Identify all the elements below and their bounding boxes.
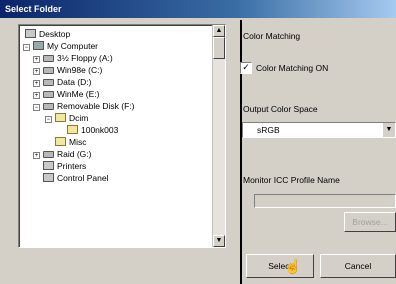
tree-item-label: Removable Disk (F:)	[57, 101, 135, 111]
hard-drive-icon	[43, 67, 54, 74]
color-matching-label: Color Matching	[243, 31, 301, 41]
tree-item-label: Raid (G:)	[57, 149, 92, 159]
scroll-up-icon[interactable]: ▲	[213, 25, 225, 37]
control-panel-icon	[43, 173, 54, 182]
tree-item-label: Printers	[57, 161, 87, 171]
tree-item-floppy[interactable]: +3½ Floppy (A:)	[33, 52, 113, 64]
output-color-space-label: Output Color Space	[243, 104, 318, 114]
window-title: Select Folder	[0, 0, 396, 18]
folder-icon	[55, 137, 66, 146]
monitor-profile-field	[254, 194, 396, 208]
floppy-drive-icon	[43, 55, 54, 62]
printer-icon	[43, 161, 54, 170]
chevron-down-icon[interactable]: ▼	[382, 123, 395, 137]
hard-drive-icon	[43, 91, 54, 98]
tree-item-label: Control Panel	[57, 173, 109, 183]
expand-toggle-icon[interactable]: +	[33, 152, 40, 159]
browse-button: Browse...	[344, 212, 396, 232]
pointer-hand-icon: ☝	[284, 258, 302, 274]
collapse-toggle-icon[interactable]: −	[33, 104, 40, 111]
expand-toggle-icon[interactable]: +	[33, 80, 40, 87]
tree-item-label: Desktop	[39, 29, 71, 39]
tree-item-label: Misc	[69, 137, 87, 147]
select-button[interactable]: Select	[246, 254, 314, 278]
collapse-toggle-icon[interactable]: −	[23, 44, 30, 51]
color-matching-checkbox[interactable]: ✓	[240, 62, 252, 74]
tree-item-desktop[interactable]: Desktop	[25, 28, 70, 40]
tree-scrollbar[interactable]: ▲ ▼	[212, 25, 225, 247]
tree-item-label: WinMe (E:)	[57, 89, 100, 99]
tree-item-label: 3½ Floppy (A:)	[57, 53, 113, 63]
tree-item-misc[interactable]: Misc	[55, 136, 86, 148]
expand-toggle-icon[interactable]: +	[33, 56, 40, 63]
tree-item-removable-disk[interactable]: − Removable Disk (F:)	[33, 100, 134, 112]
tree-item-dcim[interactable]: − Dcim	[45, 112, 88, 124]
select-folder-dialog: Select Folder Desktop − My Computer +3½ F…	[0, 0, 396, 284]
expand-toggle-icon[interactable]: +	[33, 92, 40, 99]
tree-item-label: Data (D:)	[57, 77, 92, 87]
folder-icon	[67, 125, 78, 134]
color-matching-checkbox-label[interactable]: Color Matching ON	[256, 63, 328, 73]
hard-drive-icon	[43, 151, 54, 158]
tree-item-my-computer[interactable]: − My Computer	[23, 40, 98, 52]
expand-toggle-icon[interactable]: +	[33, 68, 40, 75]
tree-item-drive-d[interactable]: + Data (D:)	[33, 76, 91, 88]
tree-item-label: Win98e (C:)	[57, 65, 103, 75]
tree-item-drive-e[interactable]: + WinMe (E:)	[33, 88, 100, 100]
scroll-down-icon[interactable]: ▼	[213, 235, 225, 247]
tree-item-control-panel[interactable]: Control Panel	[43, 172, 109, 184]
removable-disk-icon	[43, 103, 54, 110]
hard-drive-icon	[43, 79, 54, 86]
output-color-space-value: sRGB	[257, 125, 280, 135]
output-color-space-select[interactable]: sRGB ▼	[242, 122, 396, 138]
tree-item-100nk003[interactable]: 100nk003	[67, 124, 118, 136]
folder-icon	[55, 113, 66, 122]
tree-item-drive-c[interactable]: + Win98e (C:)	[33, 64, 102, 76]
tree-item-printers[interactable]: Printers	[43, 160, 86, 172]
collapse-toggle-icon[interactable]: −	[45, 116, 52, 123]
tree-item-label: My Computer	[47, 41, 99, 51]
computer-icon	[33, 41, 44, 50]
tree-item-label: 100nk003	[81, 125, 119, 135]
split-divider	[240, 20, 242, 284]
tree-item-label: Dcim	[69, 113, 89, 123]
cancel-button[interactable]: Cancel	[320, 254, 396, 278]
scroll-thumb[interactable]	[213, 37, 225, 59]
desktop-icon	[25, 29, 36, 38]
tree-item-drive-g[interactable]: + Raid (G:)	[33, 148, 91, 160]
folder-tree[interactable]: Desktop − My Computer +3½ Floppy (A:) + Wi…	[18, 24, 226, 248]
monitor-profile-label: Monitor ICC Profile Name	[243, 175, 340, 185]
